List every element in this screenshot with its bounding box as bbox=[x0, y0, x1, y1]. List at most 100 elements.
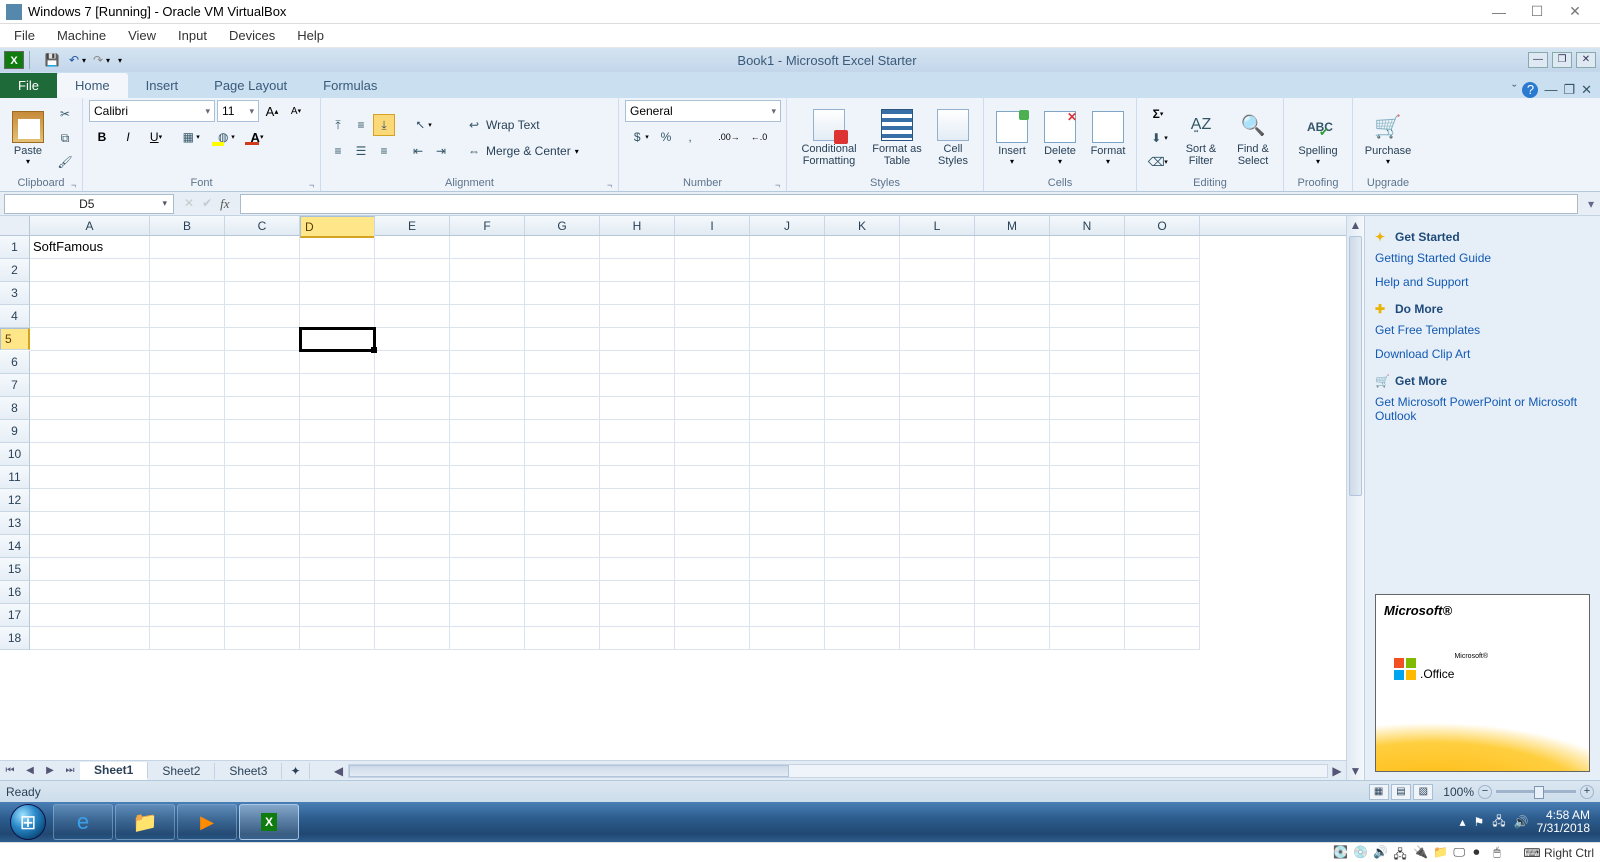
link-getting-started[interactable]: Getting Started Guide bbox=[1375, 251, 1590, 265]
cell-B14[interactable] bbox=[150, 535, 225, 558]
wrap-text-button[interactable]: ↩Wrap Text bbox=[462, 114, 583, 136]
column-header-H[interactable]: H bbox=[600, 216, 675, 235]
row-header-5[interactable]: 5 bbox=[0, 328, 30, 350]
cell-L12[interactable] bbox=[900, 489, 975, 512]
office-ad[interactable]: Microsoft® .OfficeMicrosoft® bbox=[1375, 594, 1590, 772]
cell-A8[interactable] bbox=[30, 397, 150, 420]
cell-L6[interactable] bbox=[900, 351, 975, 374]
cell-N4[interactable] bbox=[1050, 305, 1125, 328]
row-header-2[interactable]: 2 bbox=[0, 259, 30, 282]
format-as-table-button[interactable]: Format as Table bbox=[869, 102, 925, 174]
cell-K5[interactable] bbox=[825, 328, 900, 351]
cell-D4[interactable] bbox=[300, 305, 375, 328]
font-color-button[interactable]: A▾ bbox=[241, 126, 273, 148]
cell-E16[interactable] bbox=[375, 581, 450, 604]
cell-K16[interactable] bbox=[825, 581, 900, 604]
cell-B2[interactable] bbox=[150, 259, 225, 282]
cell-C16[interactable] bbox=[225, 581, 300, 604]
qat-customize-button[interactable]: ▾ bbox=[114, 51, 126, 69]
cell-D7[interactable] bbox=[300, 374, 375, 397]
cell-M8[interactable] bbox=[975, 397, 1050, 420]
cell-E17[interactable] bbox=[375, 604, 450, 627]
zoom-level[interactable]: 100% bbox=[1443, 785, 1474, 799]
cell-B8[interactable] bbox=[150, 397, 225, 420]
row-header-18[interactable]: 18 bbox=[0, 627, 30, 650]
cell-J11[interactable] bbox=[750, 466, 825, 489]
cell-D14[interactable] bbox=[300, 535, 375, 558]
cell-F16[interactable] bbox=[450, 581, 525, 604]
row-header-9[interactable]: 9 bbox=[0, 420, 30, 443]
sheet-nav-last[interactable]: ⏭ bbox=[60, 765, 80, 776]
cell-N1[interactable] bbox=[1050, 236, 1125, 259]
cell-B5[interactable] bbox=[150, 328, 225, 351]
cell-F12[interactable] bbox=[450, 489, 525, 512]
cell-F7[interactable] bbox=[450, 374, 525, 397]
vbox-menu-input[interactable]: Input bbox=[168, 26, 217, 45]
cell-E6[interactable] bbox=[375, 351, 450, 374]
cell-K15[interactable] bbox=[825, 558, 900, 581]
cell-D15[interactable] bbox=[300, 558, 375, 581]
spelling-button[interactable]: ABC✔Spelling▾ bbox=[1290, 102, 1346, 174]
sheet-nav-next[interactable]: ▶ bbox=[40, 765, 60, 776]
cell-C11[interactable] bbox=[225, 466, 300, 489]
select-all-corner[interactable] bbox=[0, 216, 30, 235]
cell-O17[interactable] bbox=[1125, 604, 1200, 627]
cell-G7[interactable] bbox=[525, 374, 600, 397]
cell-B13[interactable] bbox=[150, 512, 225, 535]
cell-F14[interactable] bbox=[450, 535, 525, 558]
align-bottom-button[interactable]: ⤓ bbox=[373, 114, 395, 136]
insert-function-button[interactable]: fx bbox=[220, 196, 229, 212]
column-header-J[interactable]: J bbox=[750, 216, 825, 235]
cell-F4[interactable] bbox=[450, 305, 525, 328]
cell-A14[interactable] bbox=[30, 535, 150, 558]
cell-L15[interactable] bbox=[900, 558, 975, 581]
cell-A12[interactable] bbox=[30, 489, 150, 512]
find-select-button[interactable]: 🔍Find & Select bbox=[1229, 102, 1277, 174]
cell-C4[interactable] bbox=[225, 305, 300, 328]
cell-A4[interactable] bbox=[30, 305, 150, 328]
cell-N5[interactable] bbox=[1050, 328, 1125, 351]
cell-A9[interactable] bbox=[30, 420, 150, 443]
cell-J4[interactable] bbox=[750, 305, 825, 328]
cell-E10[interactable] bbox=[375, 443, 450, 466]
cell-K13[interactable] bbox=[825, 512, 900, 535]
cell-K12[interactable] bbox=[825, 489, 900, 512]
cell-I17[interactable] bbox=[675, 604, 750, 627]
cell-F6[interactable] bbox=[450, 351, 525, 374]
cell-N11[interactable] bbox=[1050, 466, 1125, 489]
cell-J16[interactable] bbox=[750, 581, 825, 604]
cell-I9[interactable] bbox=[675, 420, 750, 443]
cell-D10[interactable] bbox=[300, 443, 375, 466]
cell-I12[interactable] bbox=[675, 489, 750, 512]
cell-G16[interactable] bbox=[525, 581, 600, 604]
cell-E11[interactable] bbox=[375, 466, 450, 489]
cell-I5[interactable] bbox=[675, 328, 750, 351]
cell-N2[interactable] bbox=[1050, 259, 1125, 282]
hscroll-left[interactable]: ◀ bbox=[330, 764, 348, 778]
conditional-formatting-button[interactable]: Conditional Formatting bbox=[793, 102, 865, 174]
cell-styles-button[interactable]: Cell Styles bbox=[929, 102, 977, 174]
cell-E1[interactable] bbox=[375, 236, 450, 259]
cell-H11[interactable] bbox=[600, 466, 675, 489]
cell-D6[interactable] bbox=[300, 351, 375, 374]
cell-C5[interactable] bbox=[225, 328, 300, 351]
sort-filter-button[interactable]: A͍ZSort & Filter bbox=[1177, 102, 1225, 174]
qat-undo-button[interactable]: ↶▾ bbox=[66, 51, 86, 69]
cell-D12[interactable] bbox=[300, 489, 375, 512]
cell-J10[interactable] bbox=[750, 443, 825, 466]
cell-N12[interactable] bbox=[1050, 489, 1125, 512]
cell-A3[interactable] bbox=[30, 282, 150, 305]
cell-A5[interactable] bbox=[30, 328, 150, 351]
cell-N13[interactable] bbox=[1050, 512, 1125, 535]
row-header-14[interactable]: 14 bbox=[0, 535, 30, 558]
cell-C17[interactable] bbox=[225, 604, 300, 627]
cell-J12[interactable] bbox=[750, 489, 825, 512]
cell-M13[interactable] bbox=[975, 512, 1050, 535]
cell-G6[interactable] bbox=[525, 351, 600, 374]
cell-O7[interactable] bbox=[1125, 374, 1200, 397]
align-center-button[interactable]: ☰ bbox=[350, 140, 372, 162]
cell-M4[interactable] bbox=[975, 305, 1050, 328]
cell-A18[interactable] bbox=[30, 627, 150, 650]
cell-B7[interactable] bbox=[150, 374, 225, 397]
cell-G12[interactable] bbox=[525, 489, 600, 512]
